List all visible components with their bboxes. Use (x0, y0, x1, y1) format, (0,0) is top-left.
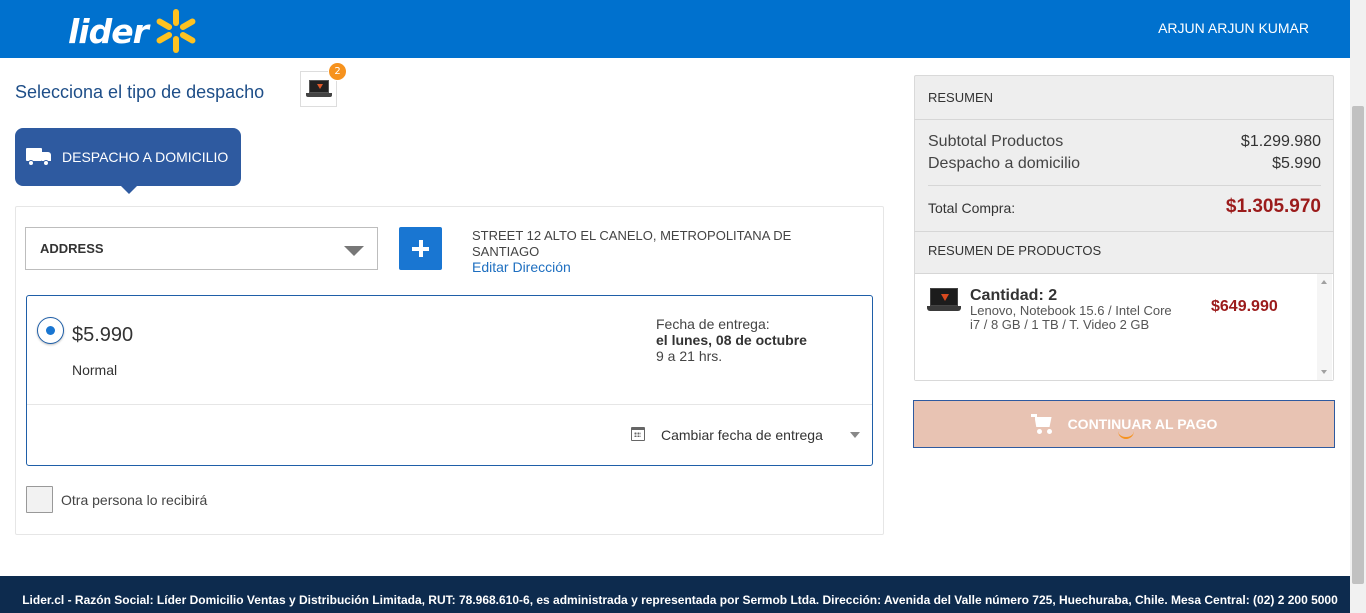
scroll-down-icon[interactable] (1321, 370, 1327, 374)
footer-legal-text: Lider.cl - Razón Social: Líder Domicilio… (22, 593, 1338, 607)
chevron-down-icon[interactable] (850, 432, 860, 438)
caret-down-icon (344, 246, 364, 256)
products-summary-title: RESUMEN DE PRODUCTOS (928, 243, 1102, 258)
shipping-type: Normal (72, 362, 118, 378)
shipping-option-radio[interactable] (37, 317, 64, 344)
total-value: $1.305.970 (1225, 196, 1321, 217)
logo-text: lider (68, 11, 149, 51)
other-person-checkbox[interactable] (26, 486, 53, 513)
delivery-hours: 9 a 21 hrs. (656, 348, 723, 364)
add-address-button[interactable] (399, 227, 442, 270)
checkout-page: lider ARJUN ARJUN KUMAR Selecciona el ti… (0, 0, 1366, 613)
option-divider (27, 404, 872, 405)
subtotal-value: $1.299.980 (1240, 133, 1321, 150)
site-footer: Lider.cl - Razón Social: Líder Domicilio… (0, 576, 1350, 613)
address-select[interactable]: ADDRESS (25, 227, 378, 270)
shipping-summary-value: $5.990 (1272, 155, 1321, 172)
scroll-up-icon[interactable] (1321, 280, 1327, 284)
edit-address-link[interactable]: Editar Dirección (472, 259, 571, 275)
laptop-icon (305, 80, 332, 98)
lider-logo[interactable]: lider (68, 6, 200, 56)
delivery-date: el lunes, 08 de octubre (656, 332, 807, 348)
summary-divider (914, 119, 1334, 120)
subtotal-label: Subtotal Productos (928, 133, 1064, 150)
products-scrollbar[interactable] (1317, 274, 1332, 380)
product-price: $649.990 (1211, 298, 1278, 315)
scrollbar-thumb[interactable] (1352, 106, 1364, 584)
laptop-icon (927, 288, 961, 314)
shipping-price: $5.990 (72, 324, 134, 346)
summary-divider (914, 231, 1334, 232)
page-scrollbar[interactable] (1350, 0, 1366, 613)
page-title: Selecciona el tipo de despacho (15, 82, 265, 102)
calendar-icon[interactable] (631, 427, 645, 441)
total-label: Total Compra: (928, 200, 1016, 216)
site-header: lider ARJUN ARJUN KUMAR (0, 0, 1350, 58)
truck-icon (26, 148, 52, 166)
user-name[interactable]: ARJUN ARJUN KUMAR (1158, 20, 1309, 36)
other-person-label[interactable]: Otra persona lo recibirá (61, 492, 207, 508)
continue-to-payment-label: CONTINUAR AL PAGO (1067, 416, 1218, 432)
product-description: Lenovo, Notebook 15.6 / Intel Core i7 / … (970, 303, 1172, 332)
address-select-value: ADDRESS (40, 241, 104, 256)
delivery-date-label: Fecha de entrega: (656, 316, 770, 332)
tab-home-delivery[interactable]: DESPACHO A DOMICILIO (15, 128, 241, 194)
spark-icon (150, 6, 200, 56)
tab-home-delivery-label: DESPACHO A DOMICILIO (62, 149, 229, 165)
selected-address: STREET 12 ALTO EL CANELO, METROPOLITANA … (472, 228, 792, 259)
continue-to-payment-button[interactable]: CONTINUAR AL PAGO (913, 400, 1335, 448)
shipping-summary-label: Despacho a domicilio (928, 155, 1081, 172)
cart-count-badge: 2 (328, 62, 347, 81)
summary-title: RESUMEN (928, 90, 994, 105)
change-date-dropdown[interactable]: Cambiar fecha de entrega (661, 427, 823, 443)
summary-divider (928, 185, 1321, 186)
cart-icon (1030, 414, 1055, 434)
